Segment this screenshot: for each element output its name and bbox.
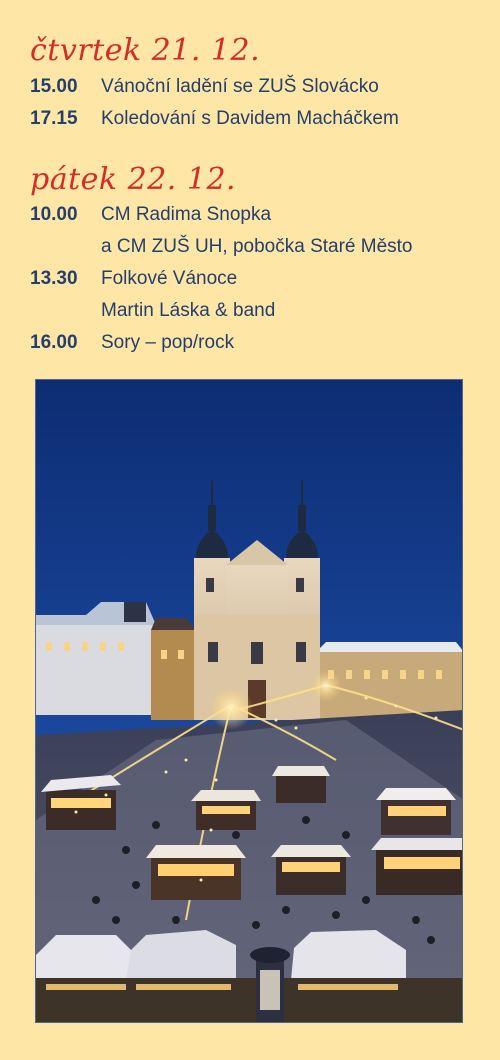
christmas-market-photo xyxy=(35,379,463,1023)
event-time: 13.30 xyxy=(30,268,78,289)
event-title: Sory – pop/rock xyxy=(101,332,235,353)
event-title-line2: a CM ZUŠ UH, pobočka Staré Město xyxy=(101,236,413,257)
event-title: Folkové Vánoce xyxy=(101,268,238,289)
day-title-friday: pátek 22. 12. xyxy=(30,162,237,197)
event-title-line2: Martin Láska & band xyxy=(101,300,276,321)
schedule-row: 16.00 Sory – pop/rock xyxy=(30,330,234,356)
event-title: CM Radima Snopka xyxy=(101,204,272,225)
schedule-row: 13.30 Folkové Vánoce xyxy=(30,266,237,292)
event-title: Koledování s Davidem Macháčkem xyxy=(101,108,399,129)
schedule-row-continued: a CM ZUŠ UH, pobočka Staré Město xyxy=(30,234,413,260)
event-time: 17.15 xyxy=(30,108,78,129)
event-time: 15.00 xyxy=(30,76,78,97)
event-time: 16.00 xyxy=(30,332,78,353)
schedule-row: 17.15 Koledování s Davidem Macháčkem xyxy=(30,106,399,132)
event-time: 10.00 xyxy=(30,204,78,225)
schedule-row-continued: Martin Láska & band xyxy=(30,298,275,324)
event-title: Vánoční ladění se ZUŠ Slovácko xyxy=(101,76,379,97)
schedule-row: 15.00 Vánoční ladění se ZUŠ Slovácko xyxy=(30,74,379,100)
schedule-row: 10.00 CM Radima Snopka xyxy=(30,202,271,228)
day-title-thursday: čtvrtek 21. 12. xyxy=(30,33,261,68)
